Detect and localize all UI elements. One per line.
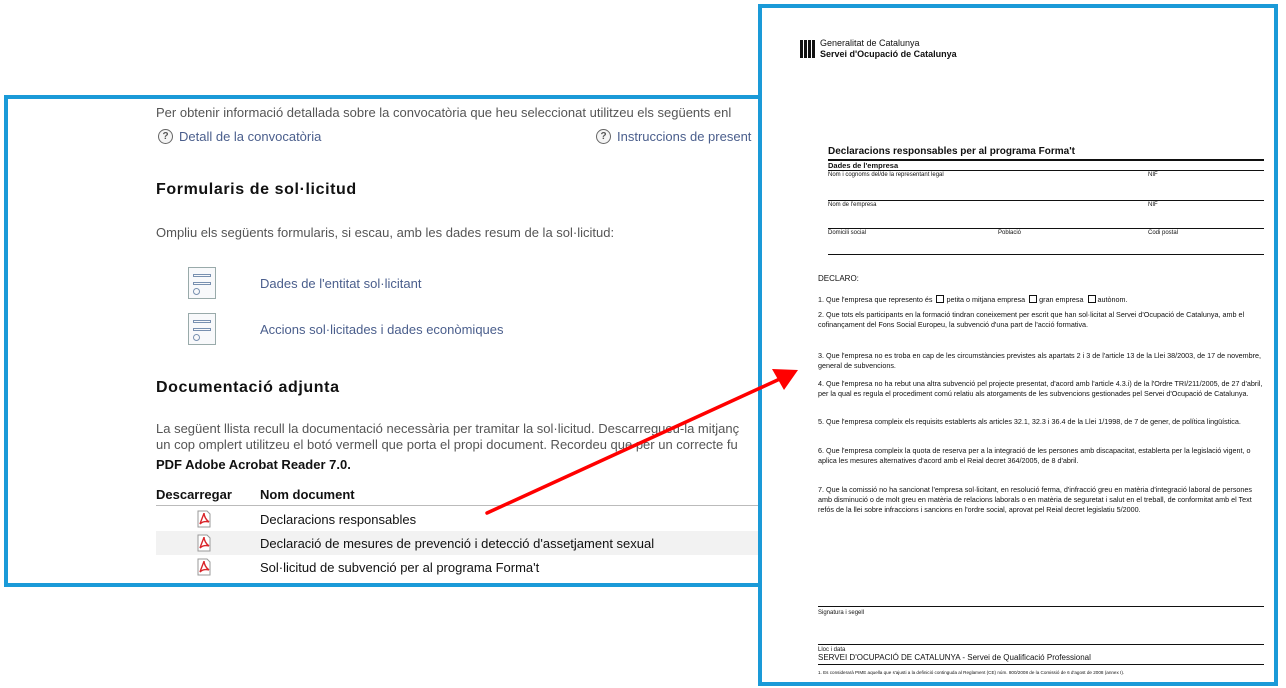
declaration-item-1: 1. Que l'empresa que represento és petit… xyxy=(818,295,1128,304)
field-nif2: NIF xyxy=(1148,202,1158,208)
checkbox-sme[interactable] xyxy=(936,295,945,303)
detail-link-label: Detall de la convocatòria xyxy=(179,129,322,144)
doc-title: Declaracions responsables per al program… xyxy=(828,146,1075,157)
declaration-item-2: 2. Que tots els participants en la forma… xyxy=(818,310,1245,329)
docs-description-line1: La següent llista recull la documentació… xyxy=(156,421,740,436)
detail-link[interactable]: ? Detall de la convocatòria xyxy=(158,129,321,144)
reader-note: PDF Adobe Acrobat Reader 7.0. xyxy=(156,457,351,472)
generalitat-logo-icon xyxy=(800,40,815,58)
declaration-item-7: 7. Que la comissió no ha sancionat l'emp… xyxy=(818,485,1252,514)
pdf-icon[interactable] xyxy=(196,534,212,552)
form-link-entity[interactable]: Dades de l'entitat sol·licitant xyxy=(260,276,421,291)
pdf-icon[interactable] xyxy=(196,510,212,528)
field-legal-rep: Nom i cognoms del/de la representant leg… xyxy=(828,172,944,178)
pdf-icon[interactable] xyxy=(196,558,212,576)
divider xyxy=(828,254,1264,255)
declaration-item-6: 6. Que l'empresa compleix la quota de re… xyxy=(818,446,1251,465)
form-icon xyxy=(188,267,216,299)
forms-description: Ompliu els següents formularis, si escau… xyxy=(156,225,615,240)
company-section: Dades de l'empresa xyxy=(828,161,899,170)
field-address: Domicili social xyxy=(828,230,867,236)
divider xyxy=(828,170,1264,171)
form-icon xyxy=(188,313,216,345)
divider xyxy=(828,228,1264,229)
document-preview: Generalitat de Catalunya Servei d'Ocupac… xyxy=(758,4,1278,686)
help-icon: ? xyxy=(158,129,173,144)
intro-text: Per obtenir informació detallada sobre l… xyxy=(156,105,732,120)
instructions-link-label: Instruccions de present xyxy=(617,129,752,144)
field-nif1: NIF xyxy=(1148,172,1158,178)
divider xyxy=(818,664,1264,665)
docs-section-title: Documentació adjunta xyxy=(156,379,340,396)
table-row: Sol·licitud de subvenció per al programa… xyxy=(156,555,764,579)
col-header-download: Descarregar xyxy=(156,487,232,502)
checkbox-self-employed[interactable] xyxy=(1087,295,1096,303)
forms-section-title: Formularis de sol·licitud xyxy=(156,181,357,198)
org-line2: Servei d'Ocupació de Catalunya xyxy=(820,49,957,59)
field-postcode: Codi postal xyxy=(1148,230,1179,236)
declaration-item-3: 3. Que l'empresa no es troba en cap de l… xyxy=(818,351,1262,370)
docs-description-line2: un cop omplert utilitzeu el botó vermell… xyxy=(156,437,738,452)
instructions-link[interactable]: ? Instruccions de present xyxy=(596,129,751,144)
help-icon: ? xyxy=(596,129,611,144)
signature-label: Signatura i segell xyxy=(818,610,865,616)
table-row: Declaracions responsables xyxy=(156,507,764,531)
divider xyxy=(818,606,1264,607)
declaro-heading: DECLARO: xyxy=(818,274,859,283)
form-item-actions[interactable]: Accions sol·licitades i dades econòmique… xyxy=(188,313,504,345)
checkbox-large[interactable] xyxy=(1029,295,1038,303)
field-company-name: Nom de l'empresa xyxy=(828,202,877,208)
divider xyxy=(828,200,1264,201)
form-link-actions[interactable]: Accions sol·licitades i dades econòmique… xyxy=(260,322,504,337)
doc-name-subsidy: Sol·licitud de subvenció per al programa… xyxy=(260,559,540,575)
footer-org: SERVEI D'OCUPACIÓ DE CATALUNYA - Servei … xyxy=(818,653,1091,662)
web-panel: Per obtenir informació detallada sobre l… xyxy=(4,95,764,587)
declaration-item-4: 4. Que l'empresa no ha rebut una altra s… xyxy=(818,379,1263,398)
doc-name-declarations: Declaracions responsables xyxy=(260,511,417,527)
header-divider xyxy=(156,505,764,506)
divider xyxy=(818,644,1264,645)
org-line1: Generalitat de Catalunya xyxy=(820,38,920,48)
form-item-entity[interactable]: Dades de l'entitat sol·licitant xyxy=(188,267,421,299)
table-row: Declaració de mesures de prevenció i det… xyxy=(156,531,764,555)
doc-name-harassment: Declaració de mesures de prevenció i det… xyxy=(260,535,655,551)
col-header-name: Nom document xyxy=(260,487,355,502)
declaration-item-5: 5. Que l'empresa compleix els requisits … xyxy=(818,417,1241,426)
field-town: Població xyxy=(998,230,1022,236)
footnote: 1. Es considerarà PIME aquella que s'aju… xyxy=(818,670,1125,675)
